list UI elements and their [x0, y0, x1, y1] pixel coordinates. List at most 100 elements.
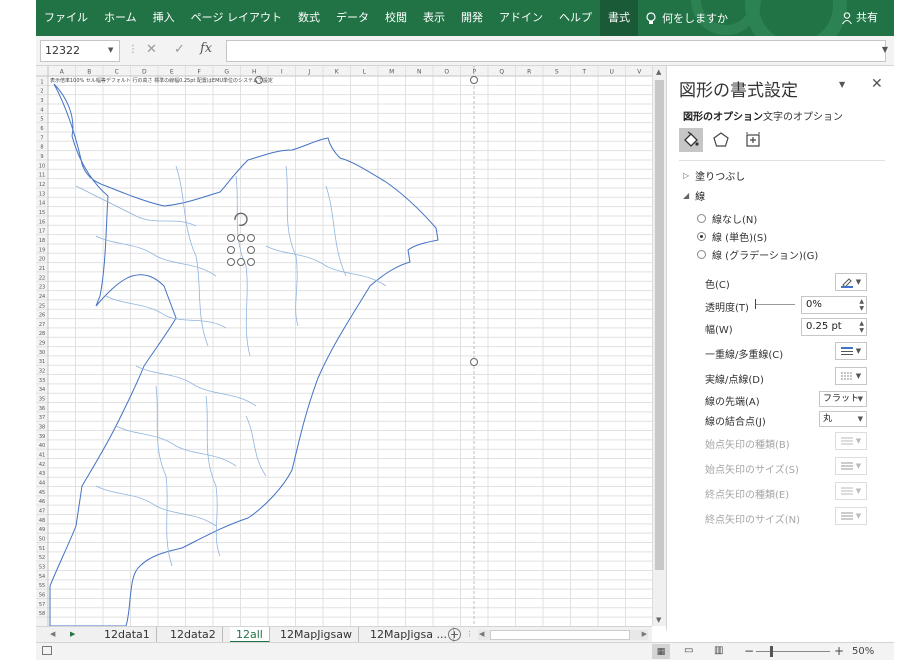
section-line[interactable]: ◢ 線	[683, 188, 705, 203]
radio-solid-line[interactable]: 線 (単色)(S)	[697, 229, 767, 244]
row-header: 35	[39, 397, 45, 403]
tab-home[interactable]: ホーム	[96, 0, 145, 36]
zoom-out-button[interactable]: −	[744, 644, 754, 658]
transparency-slider-thumb[interactable]	[755, 299, 756, 309]
radio-button[interactable]	[697, 250, 706, 259]
line-color-picker[interactable]: ▼	[835, 273, 867, 291]
compound-type-picker[interactable]: ▼	[835, 342, 867, 360]
more-icon[interactable]: ⋮	[128, 44, 138, 55]
section-line-label: 線	[695, 192, 706, 203]
tab-help[interactable]: ヘルプ	[551, 0, 600, 36]
row-header: 6	[40, 126, 43, 132]
selection-handle	[470, 358, 478, 366]
page-layout-view-icon[interactable]: ▭	[684, 645, 693, 656]
spinner-icon[interactable]: ▲ ▼	[859, 320, 864, 334]
width-input[interactable]: 0.25 pt ▲ ▼	[801, 318, 867, 336]
share-label: 共有	[856, 11, 878, 24]
sheet-tab-12data2[interactable]: 12data2	[164, 627, 223, 643]
tab-insert[interactable]: 挿入	[145, 0, 183, 36]
join-type-select[interactable]: 丸 ▼	[819, 411, 867, 427]
tab-format[interactable]: 書式	[599, 0, 638, 36]
scroll-thumb[interactable]	[490, 630, 630, 640]
transparency-label: 透明度(T)	[705, 303, 749, 314]
page-break-view-icon[interactable]: ▥	[714, 645, 723, 656]
size-properties-icon[interactable]	[741, 128, 765, 152]
sheet-tab-12data1[interactable]: 12data1	[98, 627, 157, 643]
municipal-boundary	[135, 365, 257, 407]
column-header: E	[170, 69, 174, 76]
column-header: H	[252, 69, 257, 76]
scroll-right-icon[interactable]: ▶	[642, 630, 647, 638]
row-header: 46	[39, 499, 45, 505]
insert-function-button[interactable]: fx	[200, 41, 212, 56]
tab-review[interactable]: 校閲	[377, 0, 415, 36]
cancel-icon[interactable]: ✕	[146, 42, 157, 57]
tab-developer[interactable]: 開発	[453, 0, 491, 36]
cap-type-select[interactable]: フラット ▼	[819, 391, 867, 407]
sheet-tab-12all[interactable]: 12all	[230, 627, 270, 643]
dash-type-picker[interactable]: ▼	[835, 367, 867, 385]
row-header: 57	[39, 602, 45, 608]
expand-formula-icon[interactable]: ▼	[882, 45, 888, 54]
macro-record-icon[interactable]	[42, 646, 52, 655]
sheet-tab-12mapjigsaw[interactable]: 12MapJigsaw	[274, 627, 359, 643]
share-button[interactable]: 共有	[842, 0, 878, 36]
pane-options-icon[interactable]: ▼	[839, 80, 845, 89]
scroll-down-icon[interactable]: ▼	[656, 616, 661, 624]
sheet-next-icon[interactable]: ▶	[70, 630, 75, 638]
status-bar: ▦ ▭ ▥ − + 50%	[36, 642, 894, 660]
end-arrow-size-picker[interactable]: ▼	[835, 507, 867, 525]
begin-arrow-type-picker[interactable]: ▼	[835, 432, 867, 450]
spinner-icon[interactable]: ▲ ▼	[859, 298, 864, 312]
transparency-input[interactable]: 0% ▲ ▼	[801, 296, 867, 314]
column-header: F	[198, 69, 202, 76]
tab-addins[interactable]: アドイン	[491, 0, 551, 36]
section-fill[interactable]: ▷ 塗りつぶし	[683, 168, 745, 183]
tab-page-layout[interactable]: ページ レイアウト	[183, 0, 290, 36]
radio-button-selected[interactable]	[697, 232, 706, 241]
tell-me-box[interactable]: 何をしますか	[638, 10, 728, 26]
zoom-in-button[interactable]: +	[834, 644, 844, 658]
tab-formulas[interactable]: 数式	[290, 0, 328, 36]
zoom-level[interactable]: 50%	[852, 646, 874, 657]
transparency-slider[interactable]	[755, 304, 795, 305]
formula-input[interactable]	[226, 40, 886, 62]
close-icon[interactable]: ✕	[871, 76, 883, 92]
tab-data[interactable]: データ	[328, 0, 377, 36]
chevron-down-icon[interactable]: ▼	[108, 46, 113, 54]
tab-text-options[interactable]: 文字のオプション	[763, 108, 843, 123]
selection-handle	[247, 246, 255, 254]
begin-arrow-size-picker[interactable]: ▼	[835, 457, 867, 475]
worksheet-grid[interactable]: ABCDEFGHIJKLMNOPQRSTUV123456789101112131…	[36, 66, 666, 626]
vertical-scrollbar[interactable]: ▲ ▼	[652, 66, 666, 626]
tab-file[interactable]: ファイル	[36, 0, 96, 36]
zoom-slider[interactable]	[756, 651, 830, 652]
column-header: J	[307, 69, 310, 76]
scroll-left-icon[interactable]: ◀	[479, 630, 484, 638]
end-arrow-type-picker[interactable]: ▼	[835, 482, 867, 500]
sheet-prev-icon[interactable]: ◀	[50, 630, 55, 638]
fill-line-icon[interactable]	[679, 128, 703, 152]
normal-view-icon[interactable]: ▦	[652, 644, 670, 659]
scroll-up-icon[interactable]: ▲	[656, 68, 661, 76]
horizontal-scrollbar[interactable]: ◀ ▶	[478, 630, 648, 640]
selection-handle	[227, 246, 235, 254]
effects-icon[interactable]	[709, 128, 733, 152]
scroll-thumb[interactable]	[655, 80, 664, 570]
tab-shape-options[interactable]: 図形のオプション	[683, 108, 763, 123]
zoom-slider-thumb[interactable]	[770, 646, 773, 657]
radio-no-line[interactable]: 線なし(N)	[697, 211, 757, 226]
pen-color-icon	[840, 278, 853, 288]
row-header: 54	[39, 574, 45, 580]
tab-split-icon[interactable]: ⋮	[466, 630, 473, 638]
tab-view[interactable]: 表示	[415, 0, 453, 36]
radio-button[interactable]	[697, 214, 706, 223]
check-icon[interactable]: ✓	[174, 42, 185, 57]
row-header: 21	[39, 266, 45, 272]
add-sheet-button[interactable]: +	[448, 628, 461, 641]
sheet-tab-12mapjigsa2[interactable]: 12MapJigsa ...	[364, 627, 454, 643]
radio-label: 線 (単色)(S)	[712, 233, 768, 244]
dash-lines-icon	[840, 372, 853, 380]
radio-gradient-line[interactable]: 線 (グラデーション)(G)	[697, 247, 818, 262]
selection-handle	[470, 76, 478, 84]
